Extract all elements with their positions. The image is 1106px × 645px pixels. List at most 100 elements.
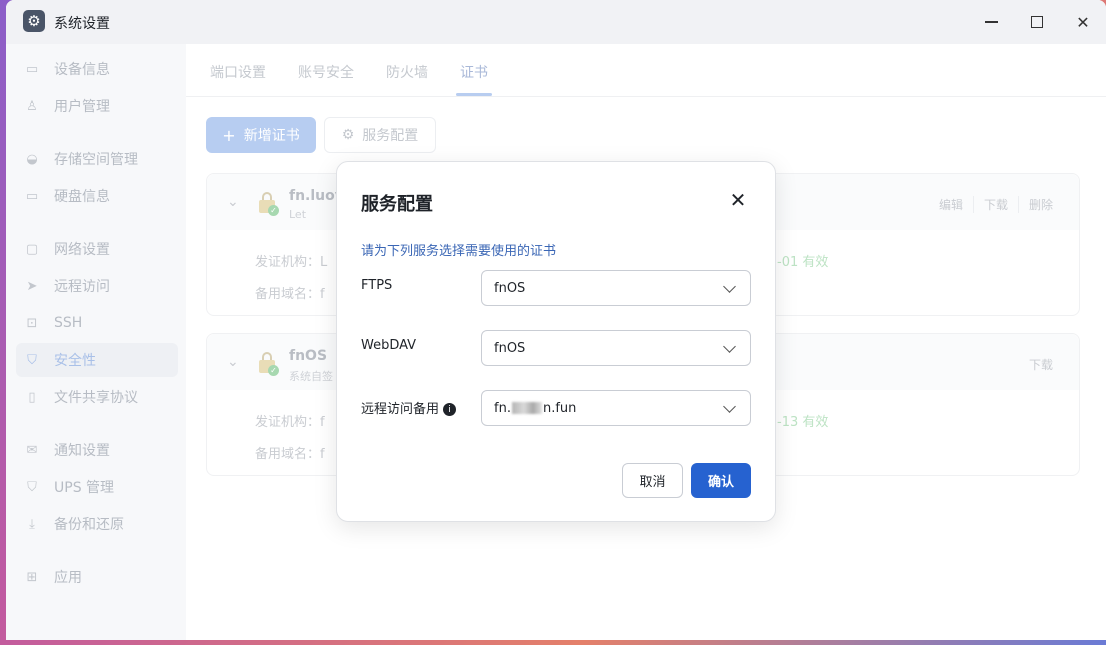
issuer-row: 发证机构：L [255,251,327,270]
tab-bar: 端口设置 账号安全 防火墙 证书 [186,44,1106,97]
drive-icon: ▭ [25,61,39,77]
mail-icon: ✉ [26,442,38,458]
sidebar-item-ups[interactable]: ⛉ UPS 管理 [16,470,178,504]
sidebar-item-label: 存储空间管理 [54,152,138,168]
remote-access-backup-select[interactable]: fn. n.fun [481,390,751,426]
close-dialog-button[interactable]: ✕ [727,188,749,212]
sidebar-item-label: 备份和还原 [54,517,124,533]
service-config-button[interactable]: ⚙ 服务配置 [324,117,436,153]
lock-icon: ✓ [257,191,279,216]
dialog-title: 服务配置 [361,194,433,215]
close-icon: ✕ [729,188,747,212]
backup-icon: ⤓ [29,516,35,532]
network-icon: ▢ [25,241,39,257]
value-suffix: n.fun [542,400,577,416]
webdav-select[interactable]: fnOS [481,330,751,366]
sidebar-item-remote-access[interactable]: ➤ 远程访问 [16,269,178,303]
certificate-actions: 编辑 下载 删除 [929,196,1063,213]
sidebar-item-device-info[interactable]: ▭ 设备信息 [16,52,178,86]
sidebar-item-ssh[interactable]: ⊡ SSH [16,306,178,340]
issuer-value: L [320,255,328,270]
confirm-button[interactable]: 确认 [691,463,751,498]
gear-icon: ⚙ [23,10,45,32]
disk-icon: ▭ [25,188,39,204]
sidebar-item-storage[interactable]: ◒ 存储空间管理 [16,142,178,176]
remote-access-backup-label-text: 远程访问备用 [361,402,440,417]
certificate-name: fnOS [289,348,328,364]
sidebar-item-label: 用户管理 [54,99,110,115]
alt-domain-value: f [320,287,325,302]
add-certificate-button[interactable]: + 新增证书 [206,117,316,153]
delete-link[interactable]: 删除 [1017,196,1063,213]
tab-port-settings[interactable]: 端口设置 [210,62,266,82]
sidebar-item-label: 安全性 [54,353,96,369]
sidebar-item-label: 应用 [54,570,82,586]
ftps-select[interactable]: fnOS [481,270,751,306]
sidebar-item-users[interactable]: ♙ 用户管理 [16,89,178,123]
sidebar: ▭ 设备信息 ♙ 用户管理 ◒ 存储空间管理 ▭ 硬盘信息 ▢ 网络设置 ➤ 远… [6,44,186,640]
shield-icon: ⛉ [27,352,37,368]
sidebar-item-label: 硬盘信息 [54,189,110,205]
certificate-subtitle: 系统自签 [289,370,333,383]
sidebar-item-disk-info[interactable]: ▭ 硬盘信息 [16,179,178,213]
download-link[interactable]: 下载 [1019,356,1063,373]
alt-domain-row: 备用域名：f [255,283,325,302]
alt-domain-row: 备用域名：f [255,443,325,462]
service-config-label: 服务配置 [362,128,419,144]
value-prefix: fn. [494,400,511,416]
gear-icon: ⚙ [341,127,355,143]
chevron-down-icon [723,399,736,413]
chevron-down-icon[interactable]: ⌄ [227,194,239,210]
sidebar-item-label: 远程访问 [54,279,110,295]
tab-firewall[interactable]: 防火墙 [386,62,428,82]
close-icon: ✕ [1076,12,1090,32]
sidebar-item-file-sharing[interactable]: ▯ 文件共享协议 [16,380,178,414]
sidebar-item-apps[interactable]: ⊞ 应用 [16,560,178,594]
sidebar-item-backup[interactable]: ⤓ 备份和还原 [16,507,178,541]
sidebar-item-network[interactable]: ▢ 网络设置 [16,232,178,266]
minimize-button[interactable] [979,10,1003,34]
issuer-label: 发证机构： [255,415,321,430]
user-icon: ♙ [26,98,38,114]
file-icon: ▯ [28,389,36,405]
issuer-label: 发证机构： [255,255,321,270]
title-bar: ⚙ 系统设置 ✕ [6,0,1106,44]
chevron-down-icon [723,339,736,353]
send-icon: ➤ [26,278,38,294]
dialog-description: 请为下列服务选择需要使用的证书 [361,244,557,259]
sidebar-item-notifications[interactable]: ✉ 通知设置 [16,433,178,467]
chevron-down-icon[interactable]: ⌄ [227,354,239,370]
terminal-icon: ⊡ [26,315,38,331]
tab-certificates[interactable]: 证书 [460,62,488,82]
edit-link[interactable]: 编辑 [929,196,973,213]
sidebar-item-label: 文件共享协议 [54,390,138,406]
sidebar-item-label: SSH [54,315,83,331]
redacted-block [511,402,542,414]
alt-domain-label: 备用域名： [255,287,321,302]
sidebar-item-label: 网络设置 [54,242,110,258]
cancel-button[interactable]: 取消 [622,463,683,498]
service-config-dialog: 服务配置 ✕ 请为下列服务选择需要使用的证书 FTPS fnOS WebDAV … [336,161,776,522]
maximize-button[interactable] [1025,10,1049,34]
chevron-down-icon [723,279,736,293]
ftps-label: FTPS [361,278,393,293]
info-icon[interactable]: i [443,403,457,416]
window-title: 系统设置 [54,16,110,32]
sidebar-item-security[interactable]: ⛉ 安全性 [16,343,178,377]
webdav-label: WebDAV [361,338,417,353]
plus-icon: + [222,125,236,145]
maximize-icon [1031,16,1043,28]
storage-icon: ◒ [26,151,38,167]
validity-text: -13 有效 [777,415,829,430]
download-link[interactable]: 下载 [972,196,1018,213]
apps-icon: ⊞ [26,569,38,585]
settings-window: ⚙ 系统设置 ✕ ▭ 设备信息 ♙ 用户管理 ◒ 存储空间管理 ▭ 硬盘信息 ▢… [6,0,1106,640]
ftps-select-value: fnOS [494,280,526,296]
close-window-button[interactable]: ✕ [1071,10,1095,34]
issuer-row: 发证机构：f [255,411,325,430]
sidebar-item-label: 设备信息 [54,62,110,78]
certificate-actions: 下载 [1019,356,1063,373]
tab-account-security[interactable]: 账号安全 [298,62,354,82]
alt-domain-label: 备用域名： [255,447,321,462]
sidebar-item-label: UPS 管理 [54,480,115,496]
